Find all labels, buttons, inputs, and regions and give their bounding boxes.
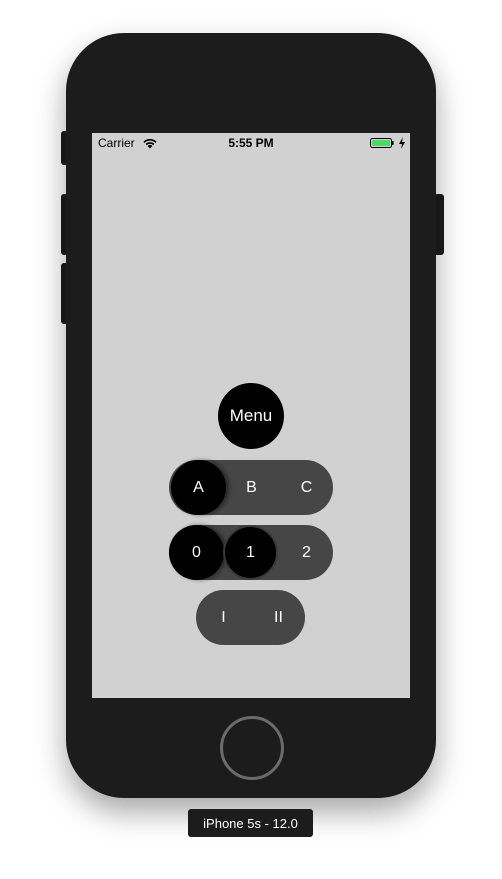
- home-button[interactable]: [220, 716, 284, 780]
- option-c[interactable]: C: [279, 460, 334, 515]
- simulator-device-label: iPhone 5s - 12.0: [188, 809, 313, 837]
- simulator-stage: Carrier 5:55 PM Menu A B C 0 1 2 I II iP…: [0, 0, 502, 879]
- option-2[interactable]: 2: [279, 525, 334, 580]
- status-bar: Carrier 5:55 PM: [92, 133, 410, 153]
- option-0[interactable]: 0: [169, 525, 224, 580]
- roman-selector: I II: [196, 590, 305, 645]
- option-1[interactable]: 1: [223, 525, 278, 580]
- option-i[interactable]: I: [196, 590, 251, 645]
- option-b[interactable]: B: [224, 460, 279, 515]
- option-a[interactable]: A: [171, 460, 226, 515]
- bolt-icon: [399, 137, 405, 149]
- number-selector: 0 1 2: [169, 525, 333, 580]
- device-screen: Carrier 5:55 PM Menu A B C 0 1 2 I II: [92, 133, 410, 698]
- option-ii[interactable]: II: [251, 590, 306, 645]
- letter-selector: A B C: [169, 460, 333, 515]
- battery-icon: [370, 138, 394, 148]
- menu-button[interactable]: Menu: [218, 383, 284, 449]
- clock: 5:55 PM: [228, 136, 274, 150]
